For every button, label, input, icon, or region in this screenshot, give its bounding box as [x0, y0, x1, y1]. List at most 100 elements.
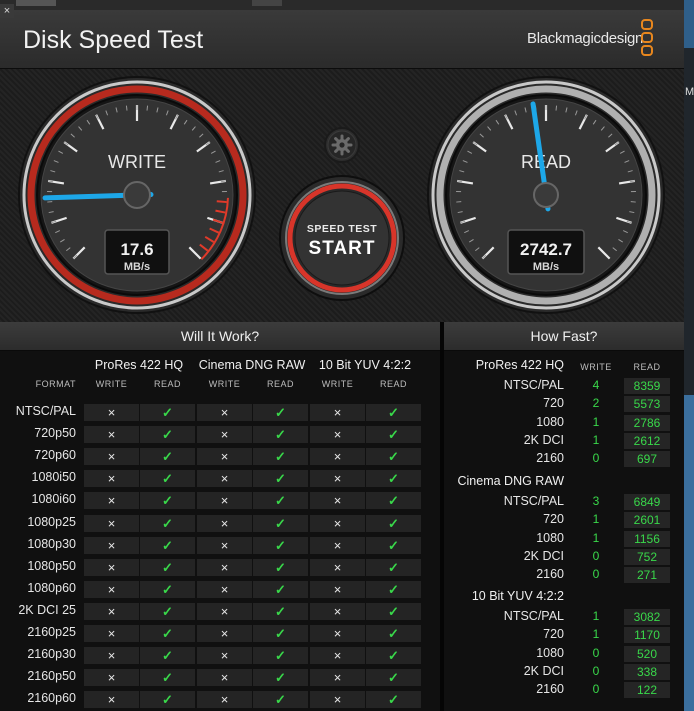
app-title: Disk Speed Test: [23, 26, 204, 54]
gauge-minor-tick: [146, 105, 149, 111]
cross-icon: ×: [84, 470, 139, 488]
read-column-header: READ: [266, 379, 294, 389]
format-label: 2160p30: [27, 647, 76, 662]
write-frames-value: 1: [592, 530, 600, 545]
format-label: 2K DCI 25: [18, 602, 76, 617]
check-icon: ✓: [253, 691, 308, 709]
cross-icon: ×: [310, 669, 365, 687]
blackmagic-logo-icon: [641, 19, 653, 56]
close-icon[interactable]: ×: [0, 4, 14, 18]
write-gauge-label: WRITE: [108, 152, 166, 172]
format-column-header: FORMAT: [35, 379, 76, 389]
check-icon: ✓: [366, 492, 421, 510]
codec-header: ProRes 422 HQ: [94, 358, 184, 372]
format-label: NTSC/PAL: [503, 494, 564, 508]
read-frames-value: 6849: [624, 494, 670, 510]
format-label: 1080p30: [27, 536, 76, 551]
cross-icon: ×: [84, 602, 139, 620]
results-area: Will It Work? ProRes 422 HQ WRITE READ Cine…: [0, 322, 684, 711]
check-icon: ✓: [366, 580, 421, 598]
format-label: 1080: [536, 645, 564, 660]
check-icon: ✓: [366, 669, 421, 687]
cross-icon: ×: [84, 647, 139, 665]
codec-header: 10 Bit YUV 4:2:2: [318, 358, 412, 372]
check-icon: ✓: [140, 426, 195, 444]
cross-icon: ×: [197, 558, 252, 576]
format-label: 2K DCI: [523, 432, 564, 447]
gear-icon[interactable]: [324, 127, 360, 163]
app-window: Disk Speed Test Blackmagicdesign WRITE 1…: [0, 10, 684, 711]
cross-icon: ×: [310, 647, 365, 665]
cross-icon: ×: [197, 448, 252, 466]
write-frames-value: 0: [592, 645, 600, 660]
read-frames-value: 3082: [624, 609, 670, 625]
read-column-header: READ: [153, 379, 181, 389]
cross-icon: ×: [84, 448, 139, 466]
check-icon: ✓: [140, 558, 195, 576]
read-frames-value: 752: [624, 548, 670, 565]
read-frames-value: 271: [624, 567, 670, 584]
how-fast-title: How Fast?: [444, 322, 684, 351]
gauge-minor-tick: [216, 200, 227, 204]
cross-icon: ×: [310, 514, 365, 532]
cross-icon: ×: [197, 426, 252, 444]
write-frames-value: 0: [592, 548, 600, 563]
check-icon: ✓: [366, 691, 421, 709]
write-column-header: WRITE: [580, 362, 612, 372]
cross-icon: ×: [84, 404, 139, 421]
cross-icon: ×: [84, 580, 139, 598]
format-label: 1080p25: [27, 514, 76, 529]
start-button[interactable]: SPEED TEST START: [278, 174, 406, 302]
check-icon: ✓: [253, 580, 308, 598]
cross-icon: ×: [197, 647, 252, 665]
check-icon: ✓: [253, 647, 308, 665]
background-tab: [16, 0, 56, 6]
cross-icon: ×: [84, 514, 139, 532]
cross-icon: ×: [310, 492, 365, 510]
read-frames-value: 338: [624, 663, 670, 680]
check-icon: ✓: [253, 514, 308, 532]
write-frames-value: 1: [592, 627, 600, 642]
write-column-header: WRITE: [208, 379, 241, 389]
check-icon: ✓: [366, 470, 421, 488]
cross-icon: ×: [197, 404, 252, 421]
cross-icon: ×: [197, 470, 252, 488]
check-icon: ✓: [253, 536, 308, 554]
check-icon: ✓: [366, 625, 421, 642]
write-frames-value: 3: [592, 494, 600, 508]
cross-icon: ×: [197, 602, 252, 620]
cross-icon: ×: [84, 691, 139, 709]
desktop-top-strip: [0, 0, 694, 10]
format-label: 1080p60: [27, 580, 76, 595]
start-button-top-label: SPEED TEST: [307, 223, 377, 235]
check-icon: ✓: [253, 558, 308, 576]
read-frames-value: 697: [624, 451, 670, 468]
read-frames-value: 1170: [624, 627, 670, 644]
cross-icon: ×: [310, 470, 365, 488]
cross-icon: ×: [84, 558, 139, 576]
cross-icon: ×: [197, 691, 252, 709]
gauge-minor-tick: [555, 105, 558, 111]
cross-icon: ×: [310, 558, 365, 576]
cross-icon: ×: [197, 536, 252, 554]
start-button-label: START: [309, 238, 376, 259]
read-frames-value: 5573: [624, 396, 670, 413]
check-icon: ✓: [253, 470, 308, 488]
cross-icon: ×: [84, 536, 139, 554]
codec-header: Cinema DNG RAW: [198, 358, 306, 372]
read-gauge-label: READ: [521, 152, 571, 172]
check-icon: ✓: [253, 602, 308, 620]
read-speed-unit: MB/s: [533, 261, 559, 273]
format-label: 2160: [536, 451, 564, 466]
cross-icon: ×: [84, 492, 139, 510]
check-icon: ✓: [140, 580, 195, 598]
format-label: 2160p25: [27, 625, 76, 639]
write-frames-value: 0: [592, 663, 600, 678]
write-frames-value: 0: [592, 682, 600, 697]
check-icon: ✓: [140, 647, 195, 665]
format-label: 720p60: [34, 448, 76, 463]
background-window-text: M: [685, 86, 694, 98]
format-label: 2160: [536, 567, 564, 582]
check-icon: ✓: [366, 426, 421, 444]
codec-header: Cinema DNG RAW: [457, 474, 565, 488]
